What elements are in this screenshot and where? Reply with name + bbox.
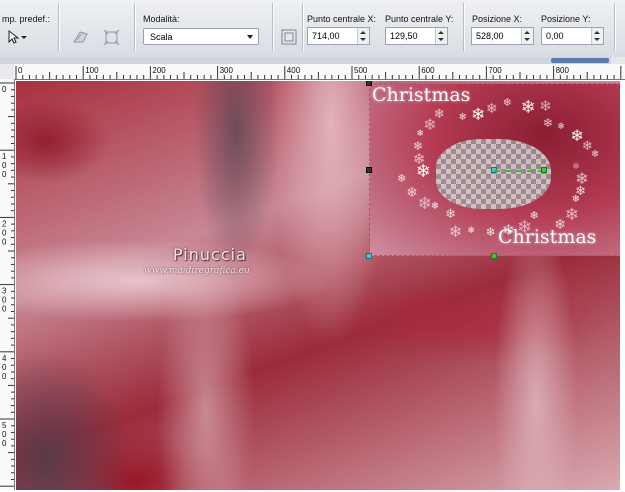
watermark-name: Pinuccia (173, 245, 247, 264)
strip-corner (611, 57, 625, 64)
spin-arrows-icon[interactable] (591, 28, 603, 44)
ruler-left-label: 5 (2, 421, 7, 430)
transform-button[interactable] (101, 27, 123, 47)
ruler-top-label: 100 (85, 66, 99, 75)
ruler-left-scale: 0100200300400500 (0, 82, 14, 487)
ruler-top-label: 400 (287, 66, 301, 75)
handle-bottom-left[interactable] (366, 253, 372, 259)
ruler-top-label: 600 (421, 66, 435, 75)
ruler-left-label: 0 (2, 296, 7, 305)
mode-select[interactable]: Scala (143, 28, 259, 45)
center-y-field[interactable]: 129,50 (385, 27, 448, 45)
handle-middle-left[interactable] (366, 167, 372, 173)
center-x-value: 714,00 (312, 31, 340, 41)
chevron-down-icon (247, 35, 253, 39)
ruler-left-label: 0 (2, 228, 7, 237)
ruler-left-label: 0 (2, 363, 7, 372)
center-y-value: 129,50 (390, 31, 418, 41)
spin-arrows-icon[interactable] (357, 28, 369, 44)
ruler-left-label: 0 (2, 305, 7, 314)
ruler-left-label: 0 (2, 372, 7, 381)
ruler-left-label: 0 (2, 237, 7, 246)
pos-x-value: 528,00 (476, 31, 504, 41)
pos-x-field[interactable]: 528,00 (471, 27, 534, 45)
center-y-label: Punto centrale Y: (385, 14, 454, 24)
spin-arrows-icon[interactable] (521, 28, 533, 44)
ruler-top-label: 0 (18, 66, 23, 75)
transform-icon (103, 29, 120, 46)
ruler-top-scale: 0 100 200 300 400 500 600 700 800 (15, 66, 622, 79)
ruler-left-label: 1 (2, 152, 7, 161)
document-tab-strip (0, 57, 625, 64)
horizontal-scroll-indicator[interactable] (551, 58, 609, 63)
handle-top-left[interactable] (366, 81, 372, 86)
grid-button[interactable] (278, 26, 300, 48)
preset-label: mp. predef.: (2, 14, 51, 24)
tool-options-toolbar: mp. predef.: Modalità: Scala Punto centr… (0, 0, 625, 58)
mode-select-value: Scala (150, 32, 173, 42)
ruler-left[interactable]: 0100200300400500 (0, 79, 15, 490)
grid-icon (281, 29, 297, 45)
rotation-line (494, 170, 544, 172)
pointer-arrow-icon (8, 29, 27, 44)
ruler-left-label: 0 (2, 170, 7, 179)
ruler-left-label: 0 (2, 85, 7, 94)
ruler-left-label: 0 (2, 161, 7, 170)
pos-y-value: 0,00 (546, 31, 564, 41)
ruler-left-label: 4 (2, 354, 7, 363)
ruler-top[interactable]: 0 100 200 300 400 500 600 700 800 (14, 64, 625, 80)
watermark-url: www.maidiregrafica.eu (144, 266, 250, 276)
spin-arrows-icon[interactable] (435, 28, 447, 44)
flip-button[interactable] (70, 27, 92, 47)
ruler-left-label: 0 (2, 430, 7, 439)
rotation-handle[interactable] (541, 167, 547, 173)
pos-y-label: Posizione Y: (541, 14, 591, 24)
mode-label: Modalità: (143, 14, 180, 24)
ruler-top-label: 200 (152, 66, 166, 75)
ruler-top-label: 800 (556, 66, 570, 75)
center-x-label: Punto centrale X: (307, 14, 377, 24)
flip-icon (73, 31, 88, 43)
ruler-corner (0, 64, 15, 80)
ruler-left-label: 3 (2, 287, 7, 296)
handle-bottom-middle[interactable] (491, 253, 497, 259)
ruler-left-label: 0 (2, 439, 7, 448)
preset-dropdown-button[interactable] (5, 28, 29, 46)
center-x-field[interactable]: 714,00 (307, 27, 370, 45)
ruler-top-label: 500 (354, 66, 368, 75)
image-canvas[interactable]: Pinuccia www.maidiregrafica.eu Christmas… (16, 81, 620, 490)
ruler-top-label: 300 (220, 66, 234, 75)
ruler-top-label: 700 (488, 66, 502, 75)
pos-x-label: Posizione X: (472, 14, 523, 24)
ruler-left-label: 2 (2, 219, 7, 228)
pos-y-field[interactable]: 0,00 (541, 27, 604, 45)
